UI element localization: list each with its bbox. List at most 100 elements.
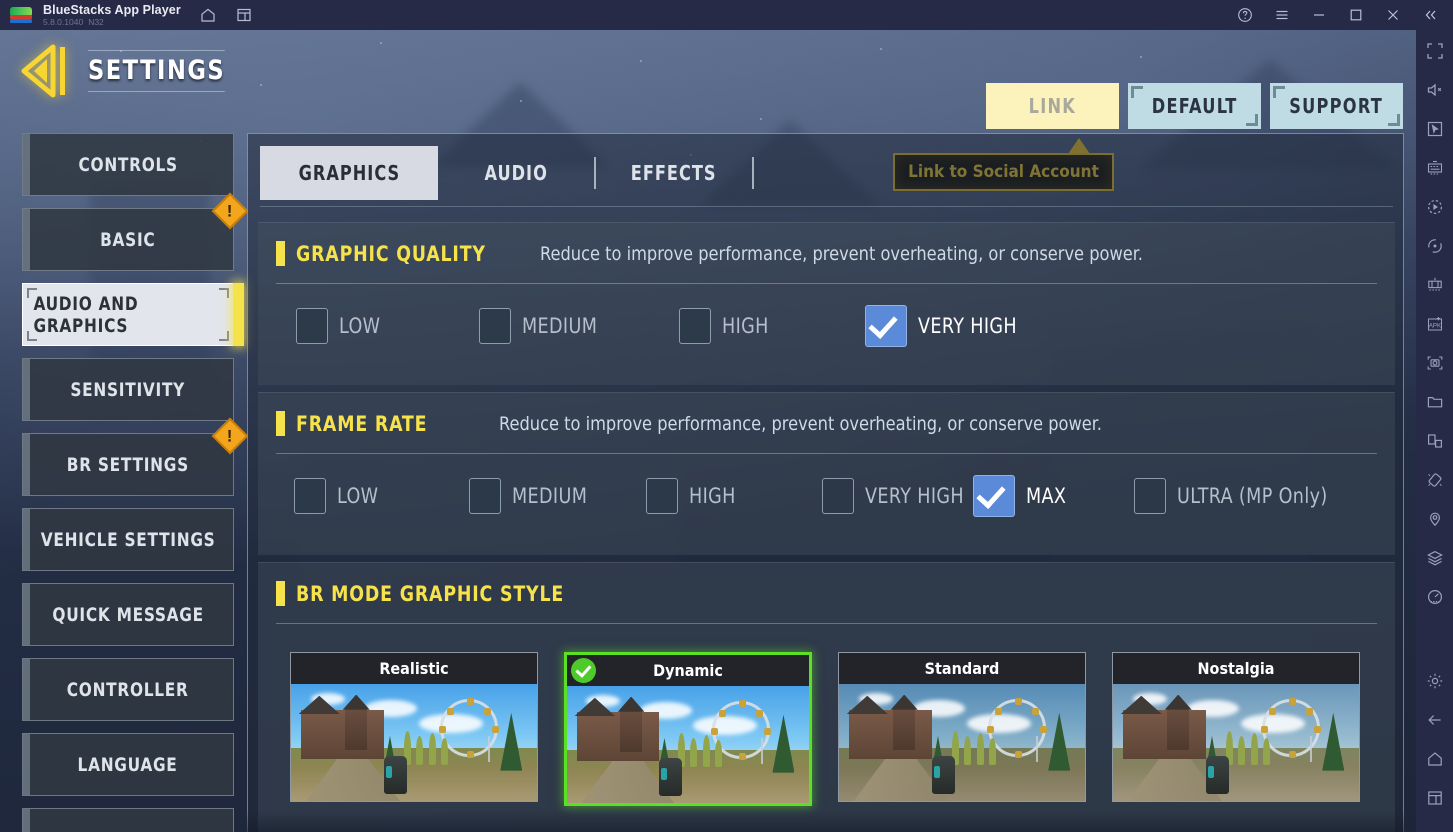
checkbox-high[interactable] bbox=[679, 308, 711, 344]
multi-instance-sync-icon[interactable] bbox=[1424, 274, 1446, 296]
macro-record-icon[interactable] bbox=[1424, 196, 1446, 218]
checkbox-fr-high[interactable] bbox=[646, 478, 678, 514]
maximize-icon[interactable] bbox=[1343, 2, 1369, 28]
sidebar-item-install[interactable]: INSTALL bbox=[22, 808, 234, 832]
thumbnail-nostalgia[interactable]: Nostalgia bbox=[1112, 652, 1360, 806]
section-title: BR MODE GRAPHIC STYLE bbox=[296, 581, 565, 606]
option-label: MEDIUM bbox=[512, 484, 588, 508]
option-fr-low[interactable]: LOW bbox=[294, 478, 469, 514]
checkbox-medium[interactable] bbox=[479, 308, 511, 344]
option-label: HIGH bbox=[722, 314, 769, 338]
option-fr-high[interactable]: HIGH bbox=[646, 478, 822, 514]
thumbnail-frame: Nostalgia bbox=[1112, 652, 1360, 802]
tab-audio[interactable]: AUDIO bbox=[438, 146, 594, 200]
section-description: Reduce to improve performance, prevent o… bbox=[540, 242, 1144, 265]
checkbox-fr-low[interactable] bbox=[294, 478, 326, 514]
cursor-icon[interactable] bbox=[1424, 118, 1446, 140]
checkbox-low[interactable] bbox=[296, 308, 328, 344]
page-title-box: SETTINGS bbox=[88, 50, 235, 92]
keyboard-icon[interactable] bbox=[1424, 157, 1446, 179]
app-title-block: BlueStacks App Player 5.8.0.1040 N32 bbox=[43, 3, 181, 27]
home-nav-icon[interactable] bbox=[1424, 748, 1446, 770]
checkbox-very-high[interactable] bbox=[865, 305, 907, 347]
thumbnail-caption: Standard bbox=[839, 653, 1085, 684]
option-fr-max[interactable]: MAX bbox=[973, 475, 1134, 517]
option-fr-ultra[interactable]: ULTRA (MP Only) bbox=[1134, 478, 1339, 514]
sidebar-item-label: SENSITIVITY bbox=[70, 378, 186, 401]
thumbnail-caption: Nostalgia bbox=[1113, 653, 1359, 684]
checkbox-fr-max[interactable] bbox=[973, 475, 1016, 517]
sidebar-item-basic[interactable]: BASIC ! bbox=[22, 192, 249, 271]
minimize-icon[interactable] bbox=[1306, 2, 1332, 28]
screenshot-icon[interactable] bbox=[1424, 352, 1446, 374]
thumbnail-preview-image bbox=[291, 684, 537, 801]
sidebar-item-quick-message[interactable]: QUICK MESSAGE bbox=[22, 583, 234, 646]
layers-icon[interactable] bbox=[1424, 547, 1446, 569]
link-button[interactable]: LINK bbox=[986, 83, 1119, 129]
sidebar-item-audio-and-graphics[interactable]: AUDIO AND GRAPHICS bbox=[22, 283, 244, 346]
help-icon[interactable] bbox=[1232, 2, 1258, 28]
option-high[interactable]: HIGH bbox=[679, 308, 865, 344]
settings-header: SETTINGS bbox=[20, 44, 235, 98]
option-fr-medium[interactable]: MEDIUM bbox=[469, 478, 646, 514]
recents-icon[interactable] bbox=[1424, 787, 1446, 809]
option-fr-very-high[interactable]: VERY HIGH bbox=[822, 478, 971, 514]
checkbox-fr-very-high[interactable] bbox=[822, 478, 854, 514]
default-button-label: DEFAULT bbox=[1151, 94, 1238, 118]
media-folder-icon[interactable] bbox=[1424, 391, 1446, 413]
thumbnail-dynamic[interactable]: Dynamic bbox=[564, 652, 812, 806]
instance-name: N32 bbox=[88, 17, 104, 27]
option-label: HIGH bbox=[689, 484, 736, 508]
section-accent-bar bbox=[276, 241, 285, 266]
support-button[interactable]: SUPPORT bbox=[1270, 83, 1403, 129]
section-accent-bar bbox=[276, 411, 285, 436]
frame-rate-options: LOW MEDIUM HIGH VERY HIGH MAX ULTRA (MP … bbox=[258, 454, 1395, 517]
home-icon[interactable] bbox=[195, 2, 221, 28]
thumbnail-label: Realistic bbox=[379, 659, 449, 678]
location-icon[interactable] bbox=[1424, 508, 1446, 530]
option-label: ULTRA (MP Only) bbox=[1177, 484, 1328, 508]
thumbnail-standard[interactable]: Standard bbox=[838, 652, 1086, 806]
close-icon[interactable] bbox=[1380, 2, 1406, 28]
settings-panel: GRAPHICS AUDIO EFFECTS GRAPHIC QUALITY R… bbox=[247, 133, 1404, 832]
section-header: BR MODE GRAPHIC STYLE bbox=[258, 563, 1395, 606]
sidebar-item-label: CONTROLS bbox=[78, 153, 178, 176]
eco-mode-icon[interactable] bbox=[1424, 586, 1446, 608]
thumbnail-realistic[interactable]: Realistic bbox=[290, 652, 538, 806]
option-low[interactable]: LOW bbox=[296, 308, 479, 344]
titlebar: BlueStacks App Player 5.8.0.1040 N32 bbox=[0, 0, 1453, 30]
tab-effects[interactable]: EFFECTS bbox=[596, 146, 752, 200]
sidebar-item-language[interactable]: LANGUAGE bbox=[22, 733, 234, 796]
fullscreen-icon[interactable] bbox=[1424, 40, 1446, 62]
multi-instance-icon[interactable] bbox=[231, 2, 257, 28]
section-title: FRAME RATE bbox=[296, 411, 428, 436]
support-button-label: SUPPORT bbox=[1289, 94, 1384, 118]
menu-icon[interactable] bbox=[1269, 2, 1295, 28]
mute-icon[interactable] bbox=[1424, 79, 1446, 101]
rotate-icon[interactable] bbox=[1424, 235, 1446, 257]
sidebar-item-sensitivity[interactable]: SENSITIVITY bbox=[22, 358, 234, 421]
sidebar-item-controller[interactable]: CONTROLLER bbox=[22, 658, 234, 721]
sidebar-item-label: AUDIO AND GRAPHICS bbox=[33, 292, 139, 337]
selected-check-icon bbox=[571, 658, 596, 683]
option-very-high[interactable]: VERY HIGH bbox=[865, 305, 1024, 347]
app-root: BlueStacks App Player 5.8.0.1040 N32 SET… bbox=[0, 0, 1453, 832]
header-actions: LINK DEFAULT SUPPORT bbox=[986, 83, 1403, 129]
default-button[interactable]: DEFAULT bbox=[1128, 83, 1261, 129]
sidebar-item-label: LANGUAGE bbox=[78, 753, 178, 776]
checkbox-fr-medium[interactable] bbox=[469, 478, 501, 514]
app-version-line: 5.8.0.1040 N32 bbox=[43, 18, 181, 27]
sidebar-item-vehicle-settings[interactable]: VEHICLE SETTINGS bbox=[22, 508, 234, 571]
install-apk-icon[interactable]: APK bbox=[1424, 313, 1446, 335]
copy-instance-icon[interactable] bbox=[1424, 430, 1446, 452]
checkbox-fr-ultra[interactable] bbox=[1134, 478, 1167, 514]
back-icon[interactable] bbox=[1424, 709, 1446, 731]
sidebar-item-br-settings[interactable]: BR SETTINGS ! bbox=[22, 417, 249, 496]
sidebar-item-controls[interactable]: CONTROLS bbox=[22, 133, 234, 196]
option-medium[interactable]: MEDIUM bbox=[479, 308, 679, 344]
collapse-sidebar-icon[interactable] bbox=[1417, 2, 1443, 28]
tab-graphics[interactable]: GRAPHICS bbox=[260, 146, 438, 200]
shake-icon[interactable] bbox=[1424, 469, 1446, 491]
back-arrow-icon[interactable] bbox=[20, 44, 72, 98]
settings-gear-icon[interactable] bbox=[1424, 670, 1446, 692]
